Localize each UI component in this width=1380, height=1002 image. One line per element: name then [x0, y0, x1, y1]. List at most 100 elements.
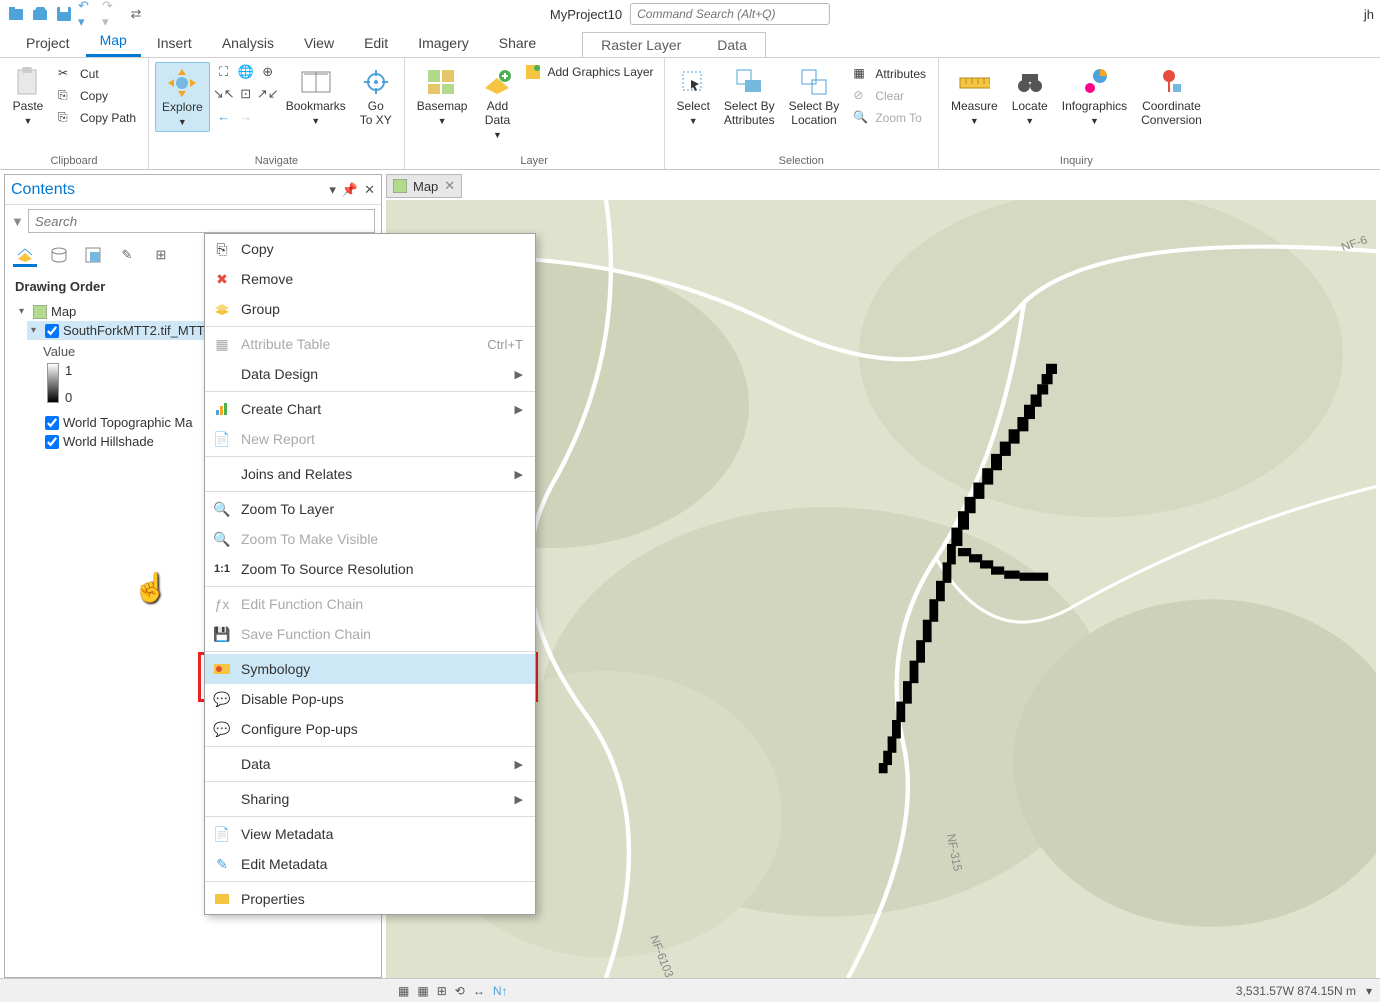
cm-zoom-make-visible: 🔍Zoom To Make Visible [205, 524, 535, 554]
bookmarks-button[interactable]: Bookmarks▼ [280, 62, 352, 130]
goto-xy-button[interactable]: Go To XY [354, 62, 398, 132]
list-by-editing-icon[interactable]: ✎ [115, 243, 139, 267]
group-inquiry: Measure▼ Locate▼ Infographics▼ Coordinat… [939, 58, 1214, 169]
cut-button[interactable]: ✂Cut [54, 64, 140, 84]
report-icon: 📄 [213, 430, 231, 448]
coord-conversion-button[interactable]: Coordinate Conversion [1135, 62, 1208, 132]
tab-project[interactable]: Project [12, 31, 84, 57]
group-clipboard: Paste▼ ✂Cut ⎘Copy ⎘Copy Path Clipboard [0, 58, 149, 169]
measure-button[interactable]: Measure▼ [945, 62, 1004, 130]
copy-path-button[interactable]: ⎘Copy Path [54, 108, 140, 128]
tab-data[interactable]: Data [699, 33, 765, 57]
cut-icon: ✂ [58, 66, 74, 82]
cm-joins-relates[interactable]: Joins and Relates▶ [205, 459, 535, 489]
cm-properties[interactable]: Properties [205, 884, 535, 914]
list-by-snapping-icon[interactable]: ⊞ [149, 243, 173, 267]
map-view-tab[interactable]: Map ✕ [386, 174, 462, 198]
cm-zoom-source-res[interactable]: 1:1Zoom To Source Resolution [205, 554, 535, 584]
cm-configure-popups[interactable]: 💬Configure Pop-ups [205, 714, 535, 744]
group-label-inquiry: Inquiry [945, 153, 1208, 167]
layer-checkbox[interactable] [45, 324, 59, 338]
open-icon[interactable] [30, 4, 50, 24]
zoom-to-button[interactable]: 🔍Zoom To [849, 108, 930, 128]
cm-save-func-chain: 💾Save Function Chain [205, 619, 535, 649]
attributes-button[interactable]: ▦Attributes [849, 64, 930, 84]
basemap-button[interactable]: Basemap▼ [411, 62, 474, 130]
layer-checkbox[interactable] [45, 435, 59, 449]
tab-imagery[interactable]: Imagery [404, 31, 483, 57]
binoculars-icon [1014, 66, 1046, 98]
redo-icon[interactable]: ↷ ▾ [102, 4, 122, 24]
tab-map[interactable]: Map [86, 28, 141, 57]
cm-zoom-to-layer[interactable]: 🔍Zoom To Layer [205, 494, 535, 524]
filter-icon[interactable]: ▼ [11, 214, 24, 229]
list-by-selection-icon[interactable] [81, 243, 105, 267]
sb-icon[interactable]: N↑ [493, 984, 508, 998]
cm-group[interactable]: Group [205, 294, 535, 324]
layer-checkbox[interactable] [45, 416, 59, 430]
save-icon[interactable] [54, 4, 74, 24]
cm-symbology[interactable]: Symbology [205, 654, 535, 684]
sb-icon[interactable]: ⊞ [437, 984, 447, 998]
list-by-drawing-icon[interactable] [13, 243, 37, 267]
qat-more-icon[interactable]: ⇄ [126, 4, 146, 24]
map-icon [33, 305, 47, 319]
tab-analysis[interactable]: Analysis [208, 31, 288, 57]
cm-remove[interactable]: ✖Remove [205, 264, 535, 294]
copy-button[interactable]: ⎘Copy [54, 86, 140, 106]
tab-view[interactable]: View [290, 31, 348, 57]
command-search-input[interactable] [630, 3, 830, 25]
cm-data-design[interactable]: Data Design▶ [205, 359, 535, 389]
tab-edit[interactable]: Edit [350, 31, 402, 57]
tab-raster-layer[interactable]: Raster Layer [583, 33, 699, 57]
map-icon [393, 179, 407, 193]
tab-share[interactable]: Share [485, 31, 550, 57]
list-by-source-icon[interactable] [47, 243, 71, 267]
sb-icon[interactable]: ▦ [398, 984, 409, 998]
cm-copy[interactable]: ⎘Copy [205, 234, 535, 264]
cm-view-metadata[interactable]: 📄View Metadata [205, 819, 535, 849]
group-selection: Select▼ Select By Attributes Select By L… [665, 58, 939, 169]
add-graphics-layer-button[interactable]: Add Graphics Layer [521, 62, 657, 82]
add-data-button[interactable]: Add Data▼ [475, 62, 519, 144]
cm-data[interactable]: Data▶ [205, 749, 535, 779]
popup-off-icon: 💬 [213, 690, 231, 708]
infographics-button[interactable]: Infographics▼ [1056, 62, 1133, 130]
cm-sharing[interactable]: Sharing▶ [205, 784, 535, 814]
select-by-location-button[interactable]: Select By Location [783, 62, 846, 132]
cm-edit-metadata[interactable]: ✎Edit Metadata [205, 849, 535, 879]
clear-button[interactable]: ⊘Clear [849, 86, 930, 106]
contents-search-input[interactable] [28, 209, 375, 233]
user-label: jh [1364, 7, 1374, 22]
undo-icon[interactable]: ↶ ▾ [78, 4, 98, 24]
tab-insert[interactable]: Insert [143, 31, 206, 57]
explore-button[interactable]: Explore▼ [155, 62, 210, 132]
cm-disable-popups[interactable]: 💬Disable Pop-ups [205, 684, 535, 714]
chevron-right-icon: ▶ [515, 468, 523, 481]
paste-button[interactable]: Paste▼ [6, 62, 50, 130]
close-icon[interactable]: ✕ [364, 182, 375, 198]
chevron-right-icon: ▶ [515, 368, 523, 381]
function-icon: ƒx [213, 595, 231, 613]
sb-icon[interactable]: ↔ [473, 984, 485, 998]
new-project-icon[interactable] [6, 4, 26, 24]
pin-icon[interactable]: 📌 [342, 182, 358, 198]
cm-create-chart[interactable]: Create Chart▶ [205, 394, 535, 424]
add-data-icon [481, 66, 513, 98]
chevron-right-icon: ▶ [515, 758, 523, 771]
select-button[interactable]: Select▼ [671, 62, 716, 130]
locate-button[interactable]: Locate▼ [1006, 62, 1054, 130]
sb-icon[interactable]: ▦ [417, 984, 428, 998]
select-by-attributes-button[interactable]: Select By Attributes [718, 62, 781, 132]
close-tab-icon[interactable]: ✕ [444, 178, 455, 194]
sb-icon[interactable]: ⟲ [455, 984, 465, 998]
nav-arrow-grid[interactable]: ⛶🌐⊕ ↘↖⊡↗↙ ←→ [214, 62, 278, 126]
pencil-icon: ✎ [213, 855, 231, 873]
pane-options-icon[interactable]: ▾ [329, 182, 336, 198]
coords-dropdown-icon[interactable]: ▾ [1366, 984, 1372, 998]
bookmarks-icon [300, 66, 332, 98]
ruler-icon [958, 66, 990, 98]
table-icon: ▦ [853, 66, 869, 82]
copy-path-icon: ⎘ [58, 110, 74, 126]
infographics-icon [1078, 66, 1110, 98]
